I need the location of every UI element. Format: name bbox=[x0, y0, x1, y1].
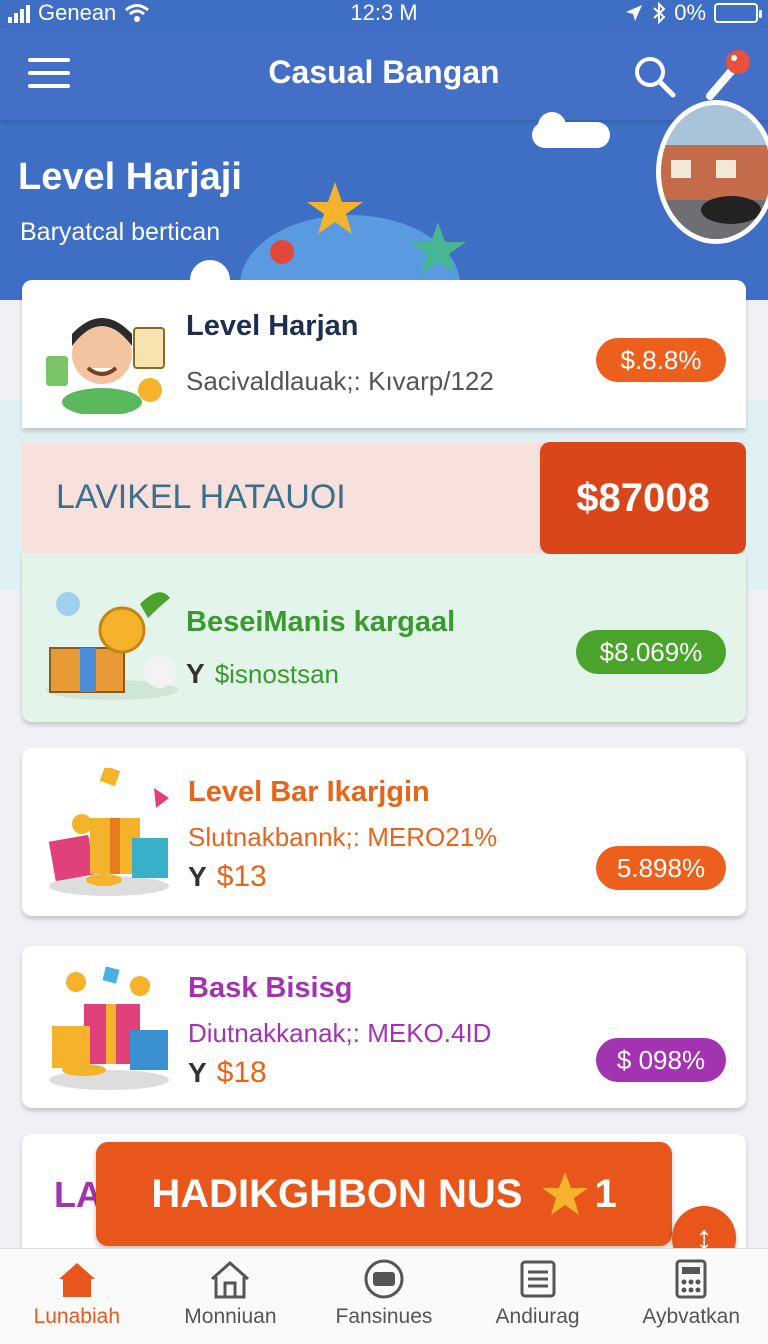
nav-item-fansinues[interactable]: Fansinues bbox=[307, 1249, 461, 1344]
bonus-count: 1 bbox=[594, 1171, 617, 1216]
fork-icon: Y bbox=[188, 1057, 207, 1088]
banner-price: $87008 bbox=[540, 442, 746, 554]
fork-icon: Y bbox=[188, 861, 207, 892]
document-icon bbox=[520, 1260, 556, 1298]
card-subtitle: Sacivaldlauak;: Kıvarp/122 bbox=[186, 366, 494, 396]
bluetooth-icon bbox=[653, 2, 666, 24]
banner-label: LAVIKEL HATAUOI bbox=[56, 478, 346, 516]
status-right: 0% bbox=[624, 0, 762, 26]
star-icon bbox=[542, 1172, 589, 1215]
battery-percent: 0% bbox=[674, 0, 706, 25]
card-amount-text: $13 bbox=[216, 860, 267, 893]
nav-label: Aybvatkan bbox=[642, 1305, 741, 1328]
app-bar: Casual Bangan bbox=[0, 28, 768, 120]
card-title: BeseiManis kargaal bbox=[186, 606, 456, 638]
person-avatar-illustration bbox=[46, 318, 165, 414]
nav-item-andiurag[interactable]: Andiurag bbox=[461, 1249, 615, 1344]
card-title: LA bbox=[54, 1174, 102, 1215]
card-amount-text: $18 bbox=[216, 1056, 267, 1089]
battery-icon bbox=[714, 3, 762, 23]
card-amount: Y $13 bbox=[188, 860, 267, 894]
fork-icon: Y bbox=[186, 658, 205, 689]
tv-icon bbox=[364, 1259, 404, 1299]
level-card-2[interactable]: BeseiManis kargaal Y $isnostsan $8.069% bbox=[22, 554, 746, 722]
hero-title: Level Harjaji bbox=[18, 156, 242, 199]
level-card-1[interactable]: Level Harjan Sacivaldlauak;: Kıvarp/122 … bbox=[22, 280, 746, 428]
card-amount: Y $18 bbox=[188, 1056, 267, 1090]
status-bar: Genean 12:3 M 0% bbox=[0, 0, 768, 28]
card-subtitle: Slutnakbannk;: MERO21% bbox=[188, 822, 498, 852]
calculator-icon bbox=[675, 1259, 707, 1299]
bonus-label: HADIKGHBON NUS bbox=[151, 1171, 523, 1216]
nav-label: Fansinues bbox=[335, 1305, 433, 1328]
level-card-3[interactable]: Level Bar Ikarjgin Slutnakbannk;: MERO21… bbox=[22, 748, 746, 916]
nav-item-monniuan[interactable]: Monniuan bbox=[154, 1249, 308, 1344]
percent-badge: $ 098% bbox=[596, 1038, 726, 1082]
bonus-button[interactable]: HADIKGHBON NUS 1 bbox=[96, 1142, 672, 1246]
hero-subtitle: Baryatcal bertican bbox=[20, 218, 221, 246]
profile-photo[interactable] bbox=[656, 100, 768, 244]
home-icon bbox=[58, 1263, 95, 1297]
level-card-4[interactable]: Bask Bisisg Diutnakkanak;: MEKO.4ID Y $18… bbox=[22, 946, 746, 1108]
card-amount: Y $isnostsan bbox=[186, 658, 339, 690]
microphone-icon[interactable] bbox=[700, 42, 756, 104]
nav-item-home[interactable]: Lunabiah bbox=[0, 1249, 154, 1344]
card-subtitle: Diutnakkanak;: MEKO.4ID bbox=[188, 1018, 492, 1048]
house-icon bbox=[211, 1260, 250, 1299]
nav-label: Lunabiah bbox=[33, 1305, 120, 1328]
card-title: Level Harjan bbox=[186, 310, 359, 342]
bottom-nav: Lunabiah Monniuan Fansinues Andiurag Ayb… bbox=[0, 1248, 768, 1344]
nav-item-aybvatkan[interactable]: Aybvatkan bbox=[614, 1249, 768, 1344]
percent-badge: $8.069% bbox=[576, 630, 726, 674]
banner[interactable]: LAVIKEL HATAUOI $87008 bbox=[22, 442, 746, 554]
gifts-illustration bbox=[46, 592, 178, 700]
nav-label: Andiurag bbox=[495, 1305, 580, 1328]
search-icon[interactable] bbox=[632, 54, 676, 98]
hero-title-text: Level Harjaji bbox=[18, 156, 242, 198]
location-icon bbox=[626, 5, 643, 21]
card-title: Bask Bisisg bbox=[188, 972, 353, 1004]
gift-boxes-illustration bbox=[49, 966, 169, 1090]
nav-label: Monniuan bbox=[184, 1305, 277, 1328]
gift-boxes-illustration bbox=[48, 768, 169, 896]
house-photo-image bbox=[661, 105, 768, 239]
percent-badge: 5.898% bbox=[596, 846, 726, 890]
card-amount-text: $isnostsan bbox=[214, 659, 339, 689]
percent-badge: $.8.8% bbox=[596, 338, 726, 382]
card-title: Level Bar Ikarjgin bbox=[188, 776, 430, 808]
hero-illustration bbox=[190, 112, 610, 290]
